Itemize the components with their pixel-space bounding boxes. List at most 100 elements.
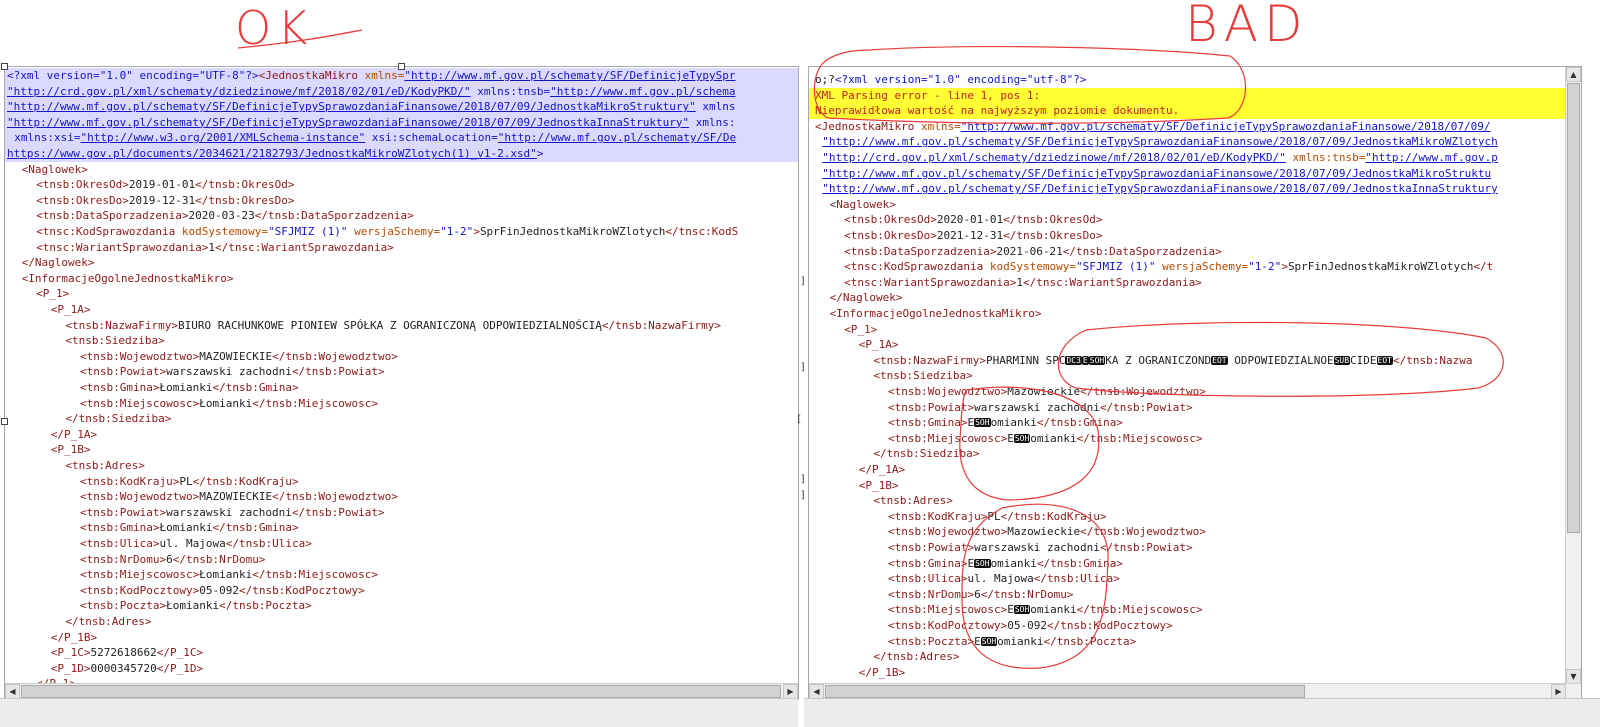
xml-token: </Naglowek> <box>21 256 95 270</box>
scroll-left-icon[interactable]: ◀ <box>5 684 20 699</box>
xml-code-line: <tnsb:OkresDo>2021-12-31</tnsb:OkresDo> <box>809 228 1102 244</box>
xml-code-line: <tnsc:KodSprawozdania kodSystemowy="SFJM… <box>809 259 1493 275</box>
control-char-badge: EOT <box>1376 355 1393 365</box>
xml-token: <P_1A> <box>858 338 899 352</box>
xml-token: PL <box>179 474 193 488</box>
xml-code-line: <Naglowek> <box>5 162 88 178</box>
resize-handle[interactable] <box>1 63 8 70</box>
control-char-badge: SUB <box>1333 355 1351 365</box>
xml-token: ODPOWIEDZIALNOE <box>1227 353 1334 367</box>
bad-annotation-label: BAD <box>1185 0 1309 53</box>
xml-token: </tnsb:Wojewodztwo> <box>1080 385 1206 398</box>
xml-token: <tnsc:WariantSprawozdania> <box>844 275 1017 289</box>
xml-token: <tnsb:KodPocztowy> <box>888 619 1008 632</box>
xml-token: ul. Majowa <box>967 572 1034 586</box>
xml-token: </tnsb:KodKraju> <box>1000 509 1107 523</box>
scroll-down-icon[interactable]: ▼ <box>1566 669 1581 684</box>
xml-token: </t <box>1473 260 1494 274</box>
xml-token: SprFinJednostkaMikroWZlotych <box>479 225 666 238</box>
xml-token: <tnsb:OkresOd> <box>844 213 937 227</box>
xml-code-line: <P_1A> <box>809 337 899 353</box>
ok-horizontal-scrollbar[interactable]: ◀ ▶ <box>5 683 798 699</box>
xml-code-line: <tnsb:Miejscowosc>Łomianki</tnsb:Miejsco… <box>5 396 378 412</box>
xml-token: <tnsb:Wojewodztwo> <box>80 349 200 363</box>
scroll-right-icon[interactable]: ▶ <box>1551 684 1566 699</box>
xml-token: "SFJMIZ (1)" <box>267 225 348 238</box>
xml-token: <tnsb:Siedziba> <box>873 369 973 383</box>
xml-token: > <box>536 147 544 160</box>
xml-code-line: <tnsb:KodPocztowy>05-092</tnsb:KodPoczto… <box>809 618 1173 634</box>
xml-token: <tnsb:Poczta> <box>80 599 167 613</box>
xml-code-line: https://www.gov.pl/documents/2034621/218… <box>5 146 798 162</box>
xml-token: xmlns= <box>920 119 961 133</box>
xml-token: omianki <box>990 556 1037 570</box>
xml-code-line: <tnsb:KodPocztowy>05-092</tnsb:KodPoczto… <box>5 583 365 599</box>
xml-token: </tnsb:Gmina> <box>1036 556 1124 570</box>
scroll-up-icon[interactable]: ▲ <box>1566 67 1581 82</box>
xml-token: <tnsb:Miejscowosc> <box>80 568 200 582</box>
xml-code-line: "http://www.mf.gov.pl/schematy/SF/Defini… <box>809 181 1498 197</box>
xml-code-line: <tnsb:Adres> <box>5 458 144 474</box>
xml-token: XML Parsing error - line 1, pos 1: <box>815 88 1041 102</box>
bad-scrollbar-thumb[interactable] <box>825 685 1305 698</box>
ok-xml-viewer[interactable]: <?xml version="1.0" encoding="UTF-8"?><J… <box>4 66 799 700</box>
bad-vscroll-thumb[interactable] <box>1567 83 1580 533</box>
xml-token: </tnsb:DataSporzadzenia> <box>1062 244 1222 258</box>
xml-code-line: <tnsb:NrDomu>6</tnsb:NrDomu> <box>5 552 265 568</box>
xml-code-line: <tnsc:KodSprawozdania kodSystemowy="SFJM… <box>5 224 738 240</box>
xml-token: <tnsb:Gmina> <box>80 521 160 535</box>
xml-token: <P_1A> <box>50 303 91 316</box>
xml-code-line: </tnsb:Siedziba> <box>809 446 979 462</box>
xml-token: <JednostkaMikro <box>258 69 365 82</box>
xml-code-line: <tnsb:Siedziba> <box>5 333 164 349</box>
xml-token: </tnsb:Nazwa <box>1393 353 1473 367</box>
bad-xml-viewer[interactable]: o;?<?xml version="1.0" encoding="utf-8"?… <box>808 66 1582 700</box>
xml-token: MAZOWIECKIE <box>199 490 273 504</box>
xml-token: <tnsb:Gmina> <box>888 556 968 570</box>
xml-token: "1-2" <box>1248 260 1282 274</box>
xml-token: "SFJMIZ (1)" <box>1075 260 1156 274</box>
xml-token: </tnsb:DataSporzadzenia> <box>254 209 414 223</box>
xml-token: <tnsb:OkresDo> <box>844 229 937 242</box>
xml-token: omianki <box>1030 603 1077 617</box>
scroll-left-icon[interactable]: ◀ <box>809 684 824 699</box>
xml-token: E <box>1007 603 1014 617</box>
xml-token: warszawski zachodni <box>974 541 1100 554</box>
control-char-badge: SOH <box>980 636 998 646</box>
xml-token: "http://crd.gov.pl/xml/schematy/dziedzin… <box>7 84 471 98</box>
xml-code-line: <tnsb:KodKraju>PL</tnsb:KodKraju> <box>809 509 1107 525</box>
bad-horizontal-scrollbar[interactable]: ◀ ▶ <box>809 683 1581 699</box>
xml-code-line: </Naglowek> <box>809 290 903 306</box>
xml-token: </P_1A> <box>50 427 98 441</box>
xml-token: "http://www.mf.gov.pl/schematy/SF/Defini… <box>822 182 1498 196</box>
ok-scrollbar-thumb[interactable] <box>21 685 781 698</box>
control-char-badge: SOH <box>1013 605 1031 615</box>
xml-token: xmlns= <box>364 69 405 82</box>
xml-code-line: </Naglowek> <box>5 255 95 271</box>
bad-status-bar <box>804 698 1600 727</box>
xml-token: <tnsb:KodPocztowy> <box>80 583 200 597</box>
xml-code-line: <tnsb:NazwaFirmy>PHARMINN SPCDC3 E SOHKA Z… <box>809 353 1472 369</box>
xml-token: CIDE <box>1350 353 1377 367</box>
xml-code-line: <tnsb:OkresOd>2019-01-01</tnsb:OkresOd> <box>5 177 294 193</box>
scroll-right-icon[interactable]: ▶ <box>783 684 798 699</box>
xml-token: KA Z OGRANICZOND <box>1105 353 1212 367</box>
xml-token: <tnsb:Miejscowosc> <box>888 431 1008 445</box>
bad-vertical-scrollbar[interactable]: ▲ ▼ <box>1565 67 1581 684</box>
xml-token: SprFinJednostkaMikroWZlotych <box>1287 260 1474 274</box>
xml-token: <tnsb:Powiat> <box>80 365 167 379</box>
xml-token: <tnsb:OkresOd> <box>36 178 129 192</box>
xml-token: 6 <box>974 587 981 601</box>
xml-token: <P_1C> <box>50 646 91 660</box>
xml-token: 2020-03-23 <box>188 209 255 223</box>
xml-token: </tnsb:Wojewodztwo> <box>272 349 398 363</box>
xml-token: <Naglowek> <box>829 197 896 211</box>
xml-code-line: <tnsb:Powiat>warszawski zachodni</tnsb:P… <box>809 540 1193 556</box>
resize-handle[interactable] <box>1 418 8 425</box>
xml-code-line: "http://www.mf.gov.pl/schematy/SF/Defini… <box>809 134 1498 150</box>
xml-token: </tnsb:Adres> <box>873 650 960 664</box>
xml-token: </tnsb:NrDomu> <box>980 587 1074 601</box>
xml-token: warszawski zachodni <box>166 505 292 519</box>
xml-token: </tnsb:Poczta> <box>1043 634 1137 648</box>
resize-handle[interactable] <box>398 63 405 70</box>
